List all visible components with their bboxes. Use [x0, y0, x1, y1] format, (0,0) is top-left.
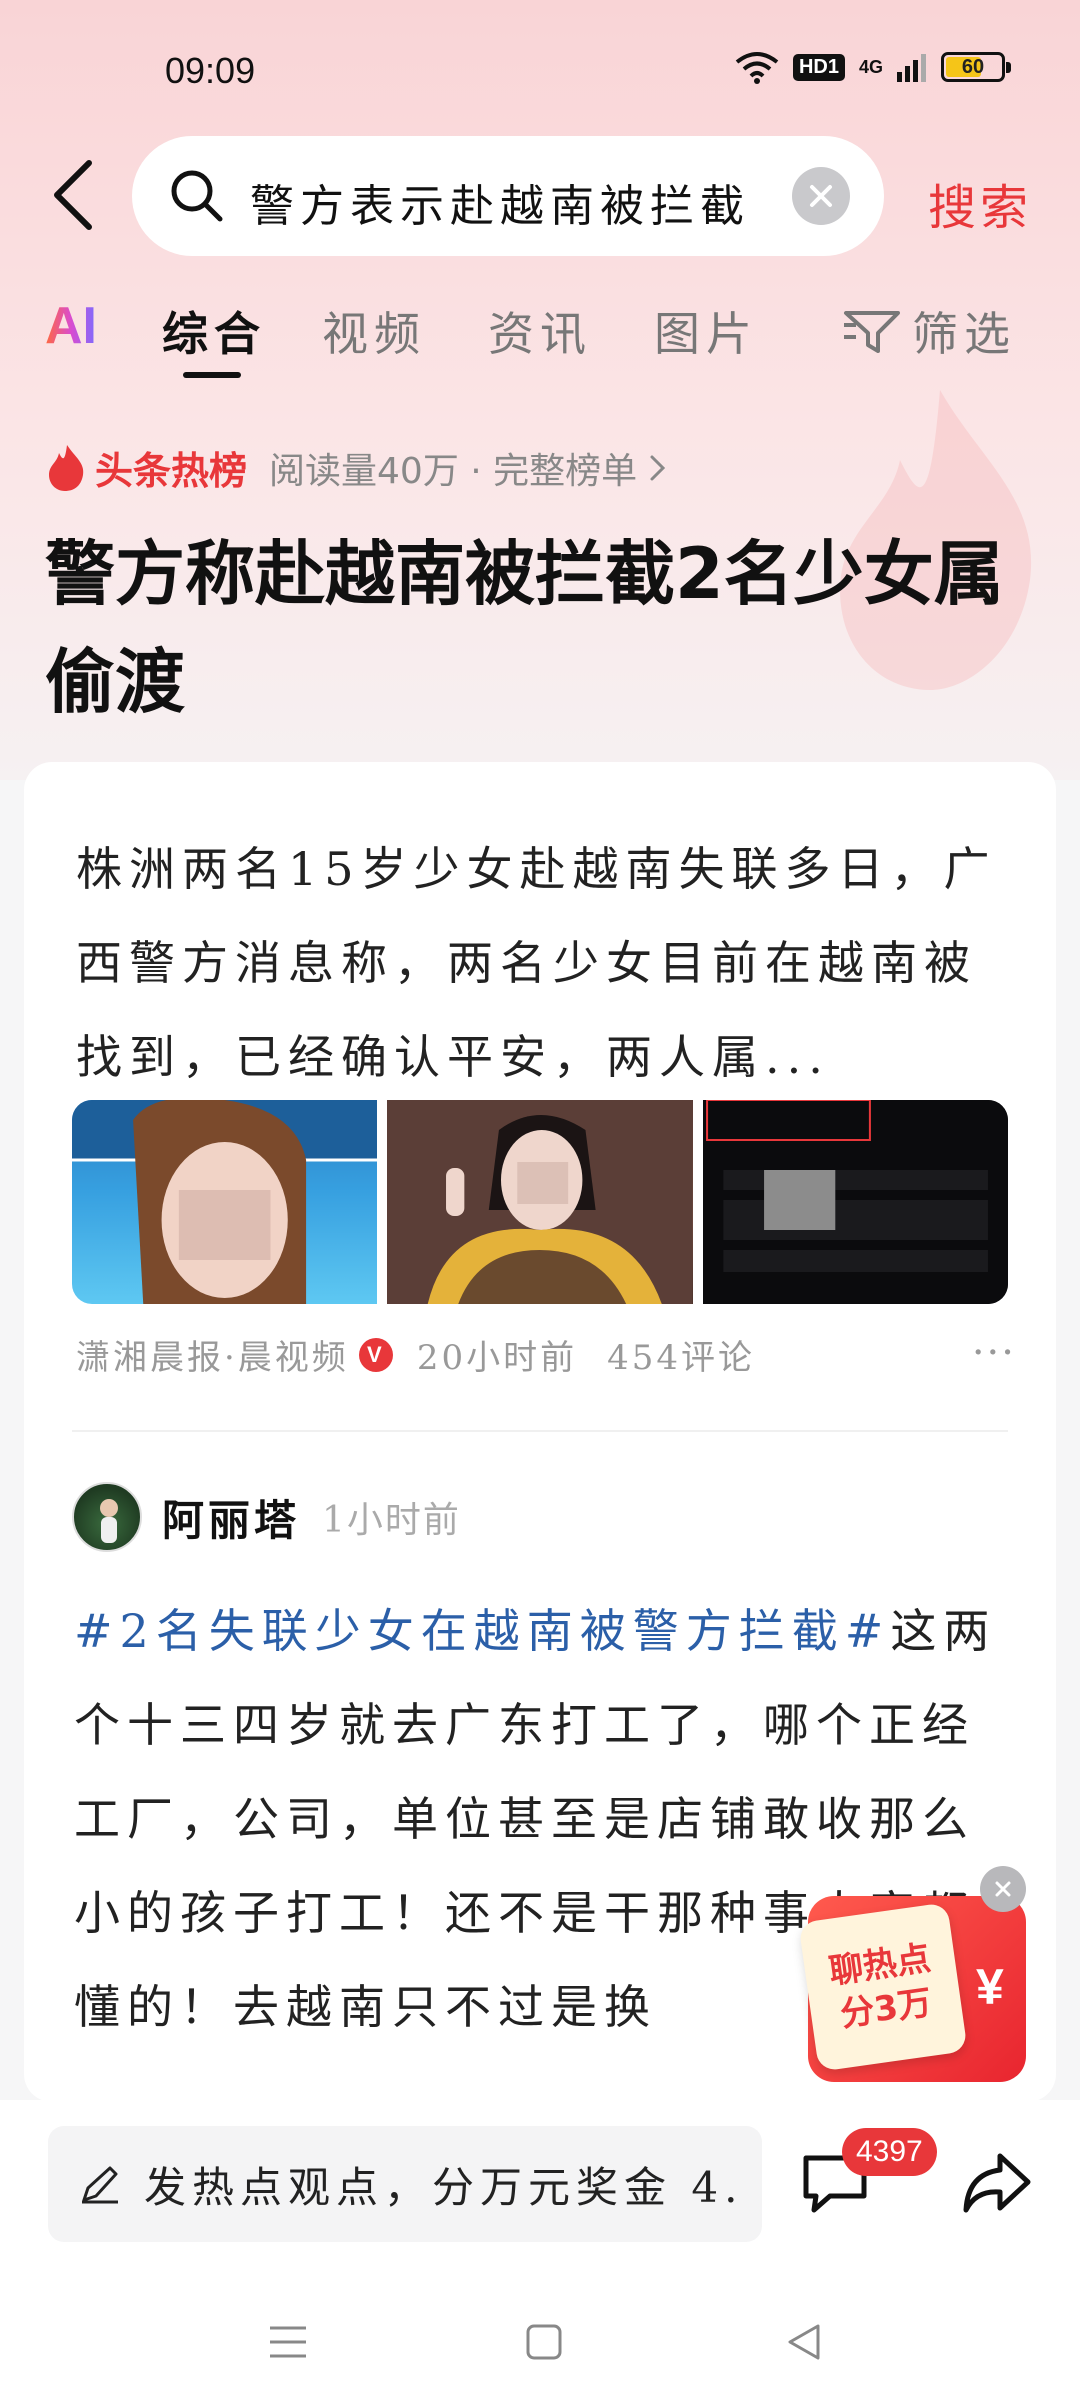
- close-icon: [995, 1881, 1011, 1897]
- signal-icon: [897, 54, 926, 82]
- flame-icon: [49, 444, 84, 491]
- menu-icon[interactable]: [266, 2322, 310, 2362]
- post-hashtag[interactable]: #2名失联少女在越南被警方拦截#: [74, 1604, 890, 1658]
- status-bar: 09:09 HD1 4G 60: [0, 0, 1080, 140]
- thumbnail-1[interactable]: [72, 1100, 378, 1304]
- filter-icon: [844, 311, 900, 353]
- home-icon[interactable]: [524, 2322, 564, 2362]
- hot-list-row[interactable]: 头条热榜 阅读量40万 · 完整榜单: [45, 440, 669, 495]
- search-button[interactable]: 搜索: [928, 168, 1032, 238]
- search-query[interactable]: 警方表示赴越南被拦截: [250, 170, 750, 234]
- tab-images[interactable]: 图片: [654, 298, 758, 364]
- promo-close-button[interactable]: [980, 1866, 1026, 1912]
- share-icon[interactable]: [960, 2150, 1032, 2216]
- avatar-image: [100, 1499, 118, 1543]
- tab-bar: AI 综合 视频 资讯 图片 筛选: [0, 290, 1080, 380]
- chat-screenshot-image: [702, 1100, 1008, 1304]
- post-time: 1小时前: [322, 1500, 461, 1541]
- post-author-row[interactable]: 阿丽塔 1小时前: [72, 1482, 461, 1552]
- promo-ticket[interactable]: 聊热点 分3万: [798, 1902, 968, 2072]
- battery-level: 60: [961, 55, 985, 78]
- article-thumbnails[interactable]: [72, 1100, 1008, 1304]
- tab-video[interactable]: 视频: [322, 298, 426, 364]
- more-options-button[interactable]: ···: [972, 1330, 1016, 1376]
- close-icon: [810, 185, 832, 207]
- article-comments: 454评论: [607, 1338, 755, 1378]
- thumbnail-3[interactable]: [702, 1100, 1008, 1304]
- search-icon: [171, 170, 223, 222]
- search-input[interactable]: 警方表示赴越南被拦截: [132, 136, 884, 256]
- promo-yen-symbol: ¥: [976, 1959, 1004, 2015]
- article-time: 20小时前: [416, 1338, 578, 1378]
- filter-button[interactable]: 筛选: [842, 298, 1016, 364]
- tab-comprehensive[interactable]: 综合: [162, 298, 266, 364]
- back-triangle-icon[interactable]: [784, 2322, 824, 2362]
- comment-count-badge: 4397: [842, 2128, 937, 2176]
- filter-label: 筛选: [912, 307, 1016, 361]
- thumbnail-2[interactable]: [387, 1100, 693, 1304]
- status-time: 09:09: [165, 50, 256, 91]
- network-label: 4G: [858, 56, 883, 77]
- article-meta: 潇湘晨报·晨视频 V 20小时前 454评论 ···: [76, 1330, 1016, 1379]
- back-arrow-icon[interactable]: [45, 155, 105, 235]
- system-nav-bar: [0, 2270, 1080, 2400]
- verified-badge: V: [358, 1337, 393, 1372]
- hot-list-label: 头条热榜: [95, 449, 248, 493]
- divider: [72, 1430, 1008, 1432]
- hot-headline[interactable]: 警方称赴越南被拦截2名少女属偷渡: [45, 520, 1035, 736]
- article-summary[interactable]: 株洲两名15岁少女赴越南失联多日，广西警方消息称，两名少女目前在越南被找到，已经…: [76, 822, 1006, 1104]
- pen-icon: [82, 2166, 118, 2204]
- status-icons: HD1 4G 60: [735, 50, 1011, 84]
- clear-search-button[interactable]: [792, 167, 850, 225]
- hd-badge: HD1: [792, 53, 845, 81]
- wifi-icon: [735, 52, 779, 84]
- comment-input[interactable]: 发热点观点，分万元奖金 4.: [48, 2126, 762, 2242]
- battery-icon: 60: [941, 52, 1011, 82]
- avatar[interactable]: [72, 1482, 142, 1552]
- tab-news[interactable]: 资讯: [488, 298, 592, 364]
- author-name[interactable]: 阿丽塔: [162, 1487, 300, 1548]
- pool-girl-image: [72, 1100, 378, 1304]
- article-source[interactable]: 潇湘晨报·晨视频: [76, 1330, 349, 1379]
- hot-list-meta: 阅读量40万 · 完整榜单: [269, 450, 638, 492]
- comment-placeholder: 发热点观点，分万元奖金 4.: [144, 2162, 744, 2212]
- active-tab-indicator: [183, 372, 241, 378]
- tab-ai[interactable]: AI: [45, 296, 97, 356]
- chevron-right-icon: [650, 455, 666, 480]
- girl-peace-sign-image: [387, 1100, 693, 1304]
